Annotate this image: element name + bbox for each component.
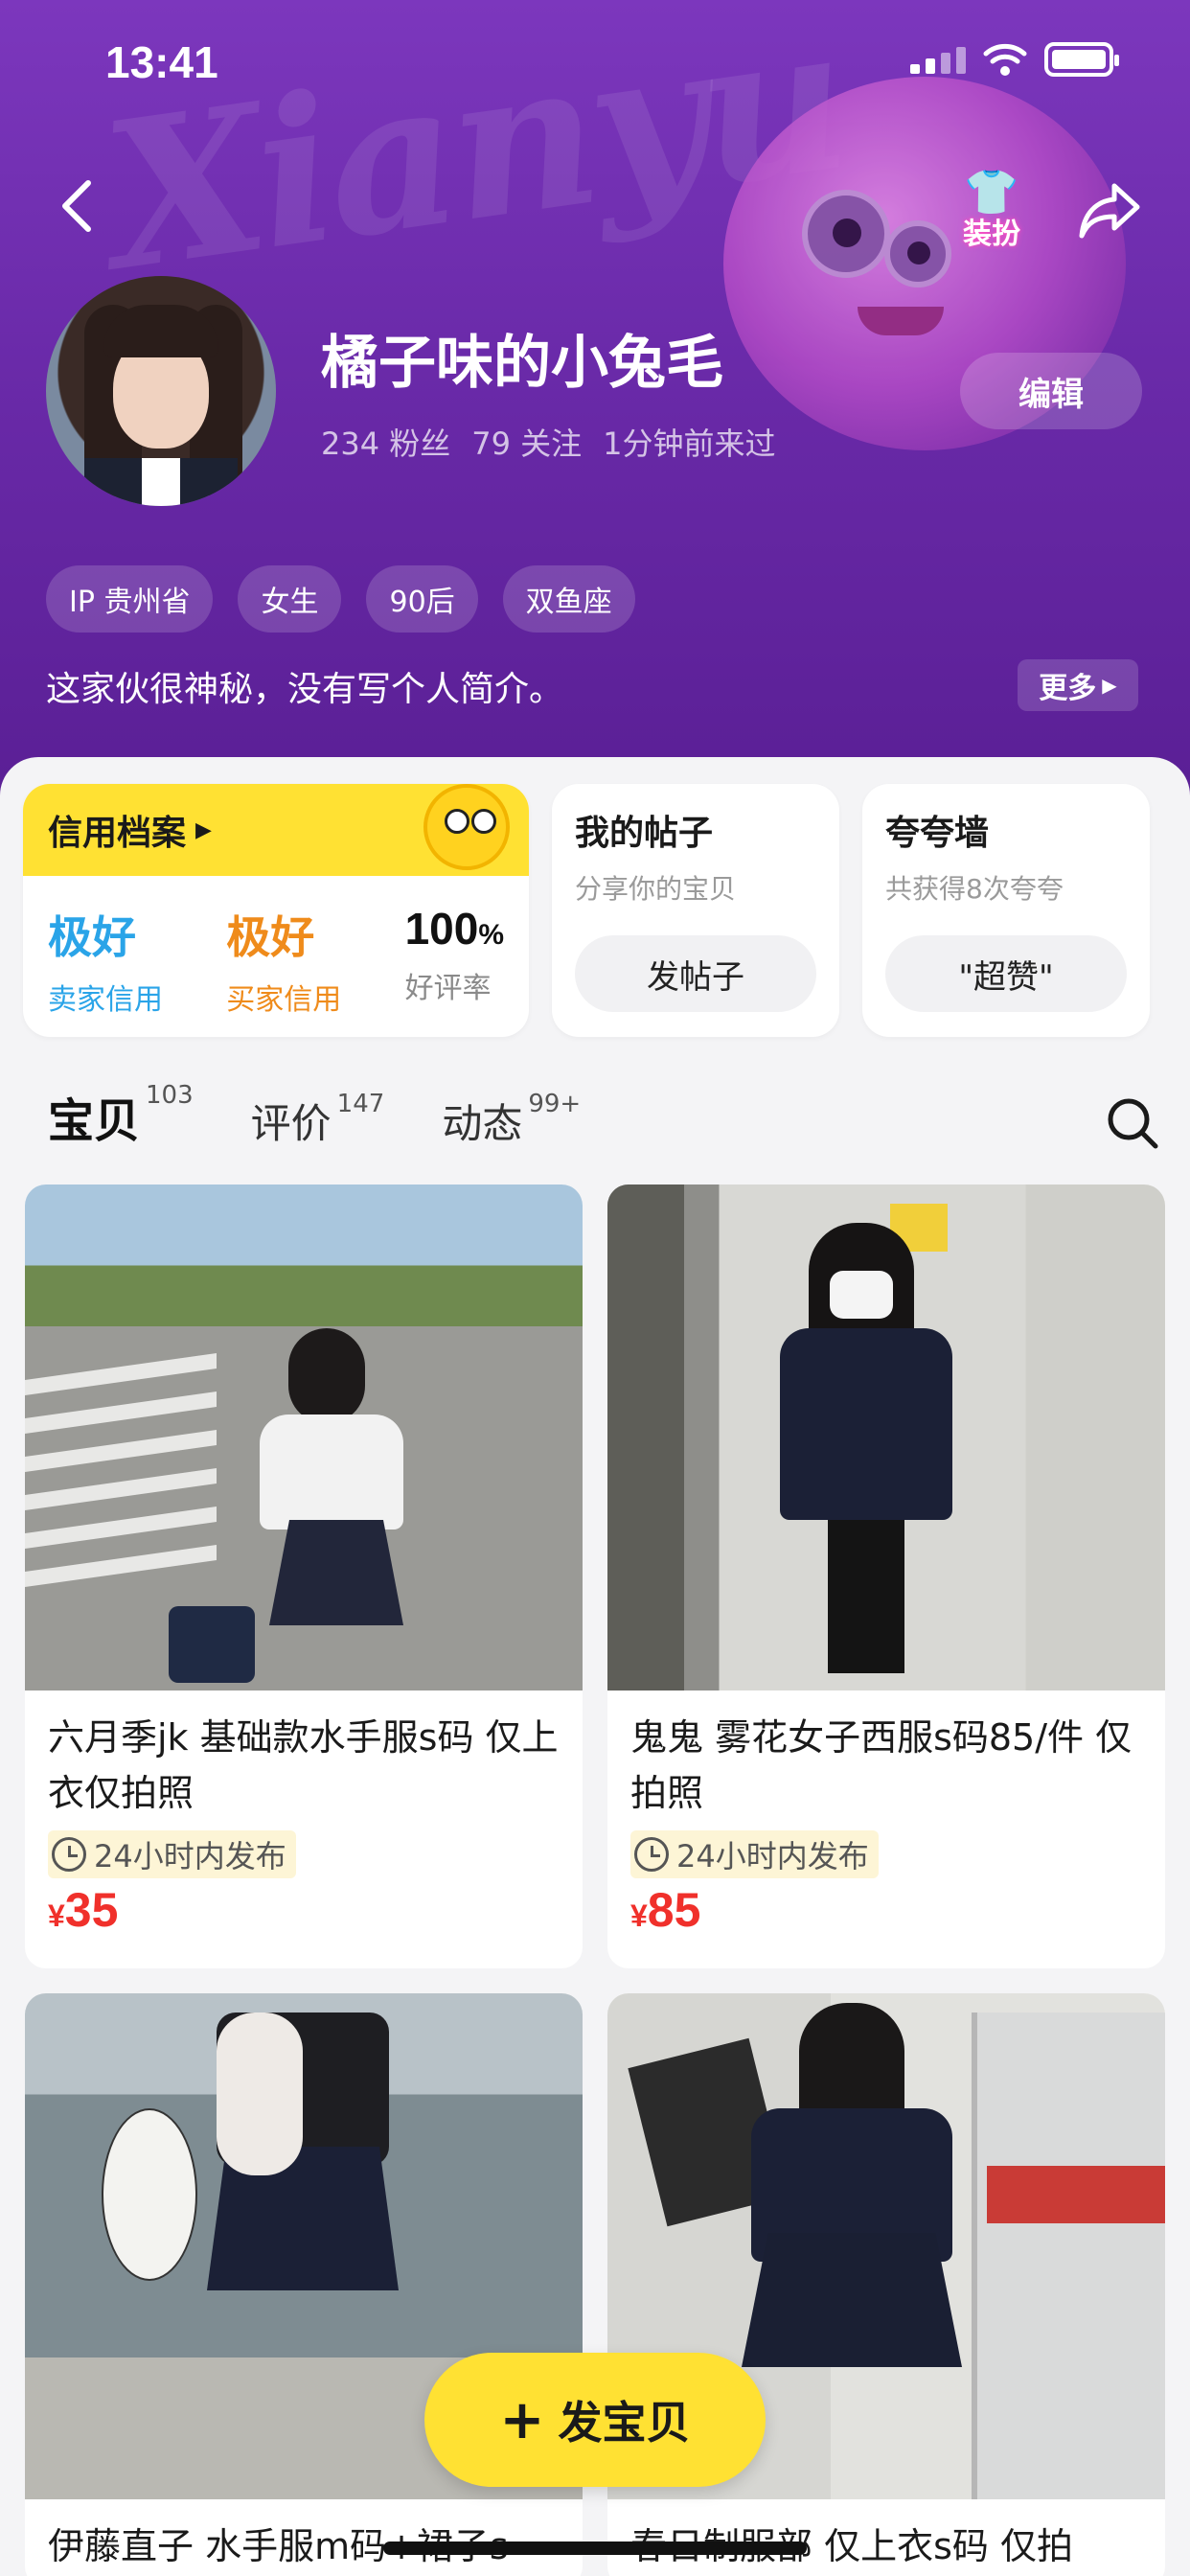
last-seen: 1分钟前来过 — [603, 426, 776, 462]
tab-items-count: 103 — [146, 1081, 194, 1110]
share-button[interactable] — [1071, 172, 1148, 249]
profile-tags: IP 贵州省 女生 90后 双鱼座 — [46, 565, 635, 632]
profile-bio: 这家伙很神秘，没有写个人简介。 — [46, 670, 564, 709]
product-title: 鬼鬼 雾花女子西服s码85/件 仅拍照 — [630, 1716, 1133, 1814]
praise-wall-card[interactable]: 夸夸墙 共获得8次夸夸 "超赞" — [862, 784, 1150, 1037]
new-listing-badge: 24小时内发布 — [48, 1830, 296, 1878]
praise-button[interactable]: "超赞" — [885, 935, 1127, 1012]
more-label: 更多 — [1039, 672, 1097, 705]
search-icon — [1108, 1098, 1158, 1149]
signal-icon — [910, 45, 966, 74]
badge-text: 24小时内发布 — [94, 1838, 286, 1874]
tab-activity-label: 动态 — [442, 1100, 523, 1147]
new-listing-badge: 24小时内发布 — [630, 1830, 879, 1878]
posts-title: 我的帖子 — [575, 814, 714, 853]
praise-subtitle: 共获得8次夸夸 — [885, 873, 1064, 905]
status-icons — [910, 42, 1119, 77]
product-title: 六月季jk 基础款水手服s码 仅上衣仅拍照 — [48, 1716, 559, 1814]
my-posts-card[interactable]: 我的帖子 分享你的宝贝 发帖子 — [552, 784, 839, 1037]
buyer-credit-grade: 极好 — [226, 911, 315, 963]
tab-reviews[interactable]: 评价 147 — [250, 1090, 385, 1150]
battery-icon — [1044, 42, 1119, 77]
status-time: 13:41 — [105, 37, 218, 87]
caret-right-icon: ▶ — [195, 817, 212, 842]
price-value: 35 — [64, 1883, 119, 1937]
seller-credit: 极好 卖家信用 — [48, 903, 163, 1018]
plus-icon: + — [499, 2388, 545, 2451]
avatar[interactable] — [46, 276, 276, 506]
share-icon — [1079, 183, 1140, 239]
tab-activity-count: 99+ — [528, 1090, 582, 1118]
price-value: 85 — [647, 1883, 701, 1937]
profile-stats: 234 粉丝 79 关注 1分钟前来过 — [321, 420, 776, 464]
home-indicator[interactable] — [383, 2542, 807, 2555]
product-photo — [25, 1184, 583, 1690]
back-button[interactable] — [48, 172, 105, 240]
price-currency: ¥ — [630, 1898, 648, 1933]
tag-age: 90后 — [366, 565, 478, 632]
credit-title: 信用档案 — [48, 814, 187, 853]
product-card[interactable]: 六月季jk 基础款水手服s码 仅上衣仅拍照 24小时内发布 ¥35 — [25, 1184, 583, 1968]
rating-label: 好评率 — [404, 972, 492, 1005]
fish-mascot-icon — [404, 784, 519, 880]
edit-profile-button[interactable]: 编辑 — [960, 353, 1142, 429]
product-card[interactable]: 鬼鬼 雾花女子西服s码85/件 仅拍照 24小时内发布 ¥85 — [607, 1184, 1165, 1968]
dress-up-button[interactable]: 👕 装扮 — [934, 168, 1049, 254]
positive-rating: 100% 好评率 — [405, 903, 504, 1018]
tag-gender: 女生 — [238, 565, 342, 632]
product-photo — [607, 1184, 1165, 1690]
more-button[interactable]: 更多 ▶ — [1018, 659, 1138, 711]
wifi-icon — [983, 43, 1027, 76]
following-count[interactable]: 79 关注 — [471, 420, 582, 464]
buyer-credit-label: 买家信用 — [226, 983, 342, 1017]
posts-subtitle: 分享你的宝贝 — [575, 873, 737, 905]
post-item-button[interactable]: + 发宝贝 — [424, 2353, 766, 2487]
seller-credit-grade: 极好 — [48, 911, 136, 963]
tag-zodiac: 双鱼座 — [502, 565, 635, 632]
fans-count[interactable]: 234 粉丝 — [321, 420, 450, 464]
content-panel: 信用档案 ▶ 极好 卖家信用 极好 买家信用 100% 好评率 我的帖子 分享你… — [0, 757, 1190, 2576]
tab-reviews-count: 147 — [336, 1090, 385, 1118]
product-card[interactable]: 伊藤直子 水手服m码+裙子s — [25, 1993, 583, 2576]
profile-header: Xianyu 13:41 👕 装扮 橘子味的小兔毛 234 粉丝 79 关注 1… — [0, 0, 1190, 805]
seller-credit-label: 卖家信用 — [48, 983, 163, 1017]
praise-title: 夸夸墙 — [885, 814, 990, 853]
search-button[interactable] — [1102, 1092, 1163, 1154]
caret-right-icon: ▶ — [1102, 674, 1117, 697]
product-price: ¥85 — [607, 1878, 1165, 1938]
tab-items-label: 宝贝 — [48, 1094, 141, 1148]
tag-location: IP 贵州省 — [46, 565, 214, 632]
buyer-credit: 极好 买家信用 — [226, 903, 341, 1018]
rating-unit: % — [478, 919, 504, 951]
create-post-button[interactable]: 发帖子 — [575, 935, 816, 1012]
clock-icon — [634, 1837, 669, 1872]
badge-text: 24小时内发布 — [676, 1838, 869, 1874]
dress-up-label: 装扮 — [963, 218, 1020, 251]
product-title: 春日制服部 仅上衣s码 仅拍 — [630, 2525, 1073, 2567]
price-currency: ¥ — [48, 1898, 65, 1933]
post-item-label: 发宝贝 — [558, 2397, 691, 2449]
tab-reviews-label: 评价 — [250, 1100, 332, 1147]
tshirt-icon: 👕 — [964, 166, 1019, 218]
tab-activity[interactable]: 动态 99+ — [442, 1090, 582, 1150]
rating-value: 100 — [404, 904, 479, 954]
username: 橘子味的小兔毛 — [321, 330, 723, 397]
credit-card[interactable]: 信用档案 ▶ 极好 卖家信用 极好 买家信用 100% 好评率 — [23, 784, 529, 1037]
tab-items[interactable]: 宝贝 103 — [45, 1081, 194, 1150]
product-card[interactable]: 春日制服部 仅上衣s码 仅拍 — [607, 1993, 1165, 2576]
profile-tabs: 宝贝 103 评价 147 动态 99+ — [45, 1081, 582, 1150]
clock-icon — [52, 1837, 86, 1872]
product-price: ¥35 — [25, 1878, 583, 1938]
product-title: 伊藤直子 水手服m码+裙子s — [48, 2525, 509, 2567]
chevron-left-icon — [62, 180, 91, 232]
